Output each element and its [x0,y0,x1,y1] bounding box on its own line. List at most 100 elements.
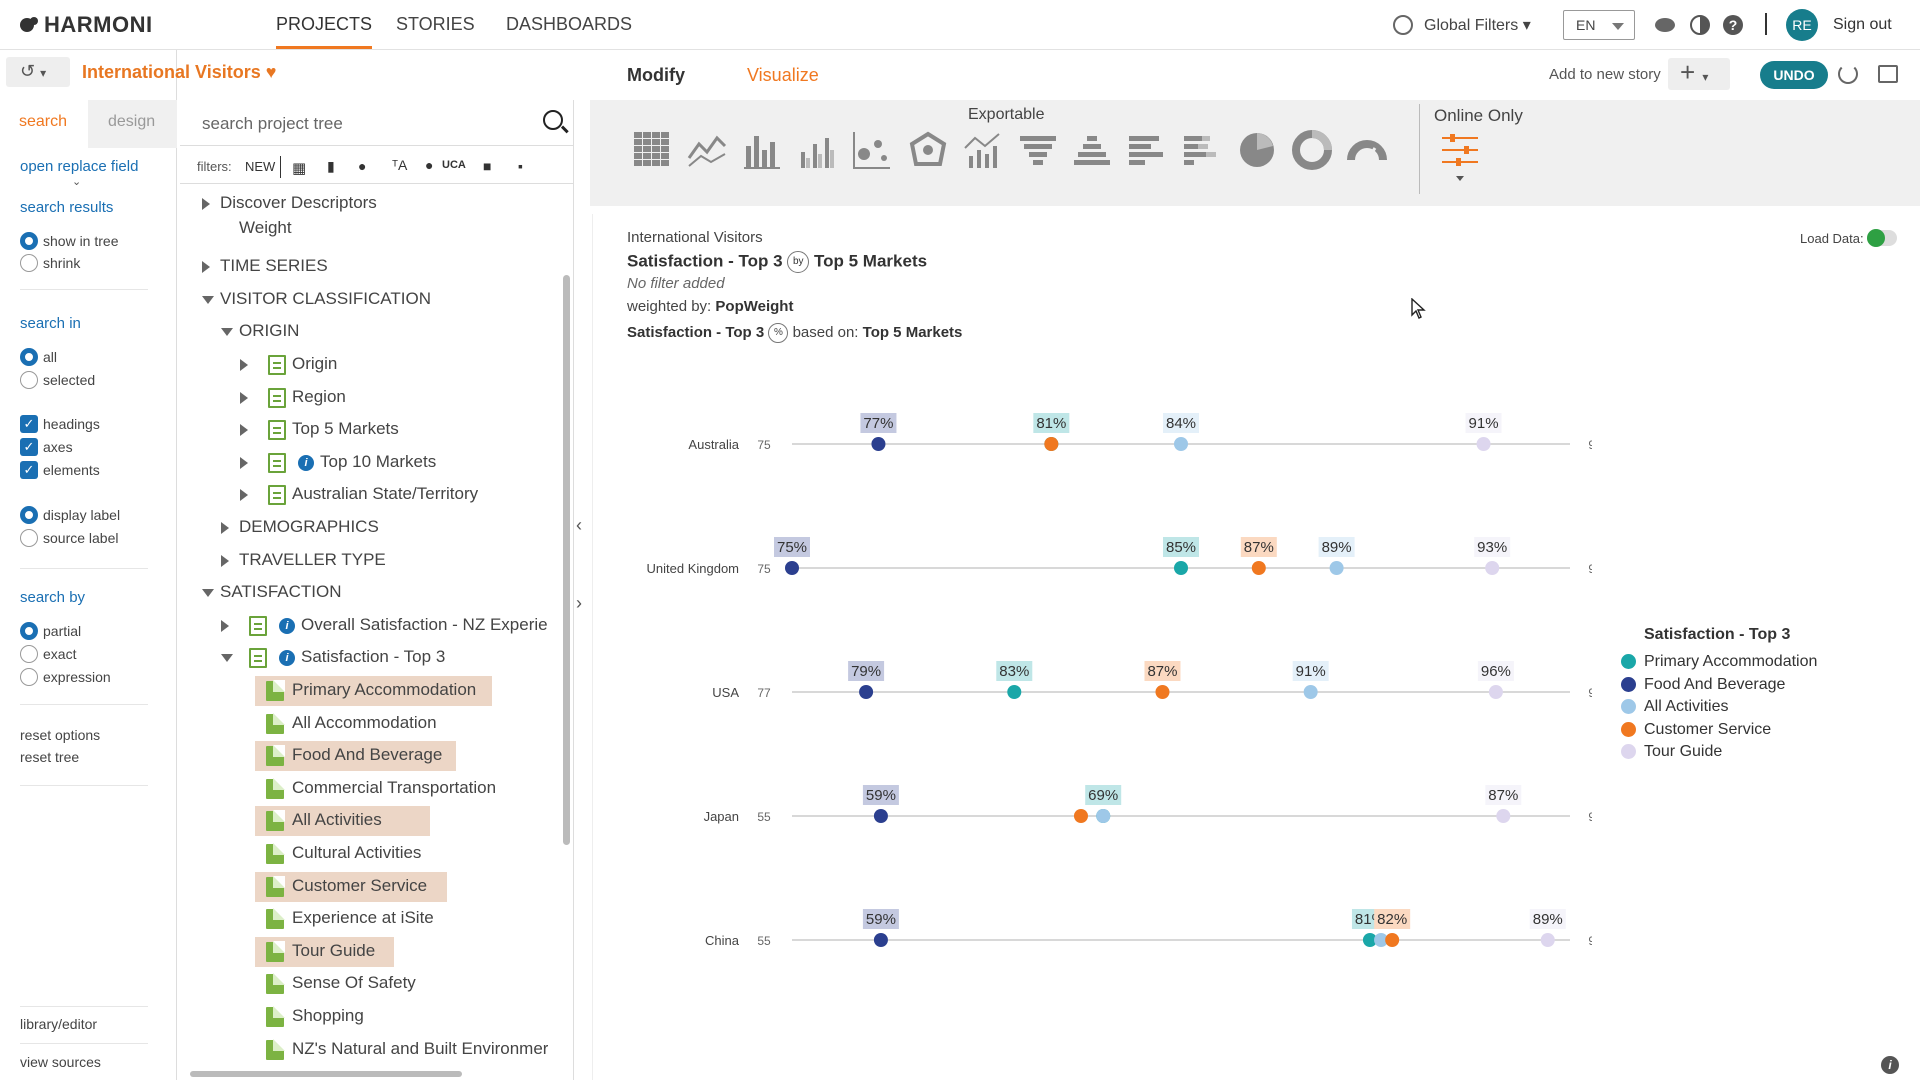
user-filter-icon[interactable]: ● [425,157,433,173]
reset-options-link[interactable]: reset options [20,727,100,743]
radio-expression[interactable] [20,668,38,686]
info-icon[interactable]: i [1881,1056,1899,1074]
tree-item[interactable]: Discover Descriptors [220,193,377,213]
expand-icon[interactable] [202,261,210,273]
tree-item[interactable]: Sense Of Safety [292,973,416,993]
radio-partial[interactable] [20,622,38,640]
expand-icon[interactable] [221,555,229,567]
location-filter-icon[interactable]: ● [358,158,366,174]
checkbox-axes[interactable]: ✓ [20,438,38,456]
expand-icon[interactable] [202,198,210,210]
text-filter-icon[interactable]: ᵀA [392,157,407,173]
help-icon[interactable]: ? [1723,15,1743,35]
add-story-button[interactable]: + ▾ [1668,58,1730,90]
tree-item[interactable]: Top 5 Markets [292,419,399,439]
legend-item[interactable]: Customer Service [1644,721,1771,739]
tree-item[interactable]: Weight [239,218,292,238]
collapse-icon[interactable] [221,654,233,662]
tree-item[interactable]: NZ's Natural and Built Environmer [292,1039,548,1059]
legend-item[interactable]: All Activities [1644,698,1728,716]
radio-exact[interactable] [20,645,38,663]
load-data-toggle[interactable] [1867,229,1897,247]
avatar[interactable]: RE [1786,9,1818,41]
expand-icon[interactable] [240,457,248,469]
tab-modify[interactable]: Modify [627,65,685,86]
globe-icon[interactable] [1393,15,1413,35]
expand-icon[interactable] [240,489,248,501]
search-icon[interactable] [543,110,563,130]
popout-icon[interactable] [1878,65,1898,83]
refresh-icon[interactable] [1838,64,1858,84]
tree-item[interactable]: Experience at iSite [292,908,434,928]
tab-search[interactable]: search [0,100,88,148]
filter-new[interactable]: NEW [245,159,275,174]
tree-item[interactable]: Region [292,387,346,407]
tree-item[interactable]: Cultural Activities [292,843,421,863]
tree-item[interactable]: SATISFACTION [220,582,342,602]
radio-show-in-tree[interactable] [20,232,38,250]
expand-icon[interactable] [221,620,229,632]
filter-uca[interactable]: UCA [442,159,466,171]
tree-scrollbar[interactable] [563,275,570,845]
expand-icon[interactable] [240,424,248,436]
harmoni-logo[interactable]: HARMONI [18,12,153,38]
radio-all[interactable] [20,348,38,366]
radio-source-label[interactable] [20,529,38,547]
checkbox-headings[interactable]: ✓ [20,415,38,433]
tree-item[interactable]: DEMOGRAPHICS [239,517,379,537]
library-editor-link[interactable]: library/editor [20,1016,97,1032]
tree-item[interactable]: Overall Satisfaction - NZ Experie [301,615,548,635]
tree-item[interactable]: VISITOR CLASSIFICATION [220,289,431,309]
info-icon[interactable]: i [298,455,314,471]
tree-item[interactable]: Top 10 Markets [320,452,436,472]
info-icon[interactable]: i [279,618,295,634]
tree-item[interactable]: All Accommodation [292,713,437,733]
tree-item[interactable]: Tour Guide [292,941,375,961]
info-icon[interactable]: i [279,650,295,666]
collapse-icon[interactable] [202,296,214,304]
tree-item[interactable]: All Activities [292,810,382,830]
contrast-icon[interactable] [1690,15,1710,35]
legend-item[interactable]: Tour Guide [1644,743,1722,761]
search-project-tree-input[interactable]: search project tree [180,100,573,146]
collapse-icon[interactable] [202,589,214,597]
tree-item[interactable]: TRAVELLER TYPE [239,550,386,570]
chevron-right-icon[interactable]: › [576,593,582,614]
nav-stories[interactable]: STORIES [396,14,475,35]
tree-item[interactable]: Food And Beverage [292,745,442,765]
project-name[interactable]: International Visitors ♥ [82,62,276,83]
radio-display-label[interactable] [20,506,38,524]
grid-filter-icon[interactable]: ▪ [518,158,523,174]
folder-filter-icon[interactable]: ■ [483,158,491,174]
tree-item[interactable]: Primary Accommodation [292,680,476,700]
tree-item[interactable]: Australian State/Territory [292,484,478,504]
tree-item[interactable]: Commercial Transportation [292,778,496,798]
undo-button[interactable]: UNDO [1760,61,1828,89]
language-select[interactable]: EN [1563,10,1635,40]
tree-item[interactable]: TIME SERIES [220,256,328,276]
tree-horizontal-scrollbar[interactable] [190,1071,462,1077]
chevron-down-icon[interactable]: ⌄ [72,175,81,188]
tab-visualize[interactable]: Visualize [747,65,819,86]
expand-icon[interactable] [240,359,248,371]
open-replace-field-link[interactable]: open replace field [20,158,138,175]
table-filter-icon[interactable]: ▦ [292,159,306,177]
radio-shrink[interactable] [20,254,38,272]
radio-selected[interactable] [20,371,38,389]
tree-item[interactable]: Shopping [292,1006,364,1026]
nav-dashboards[interactable]: DASHBOARDS [506,14,632,35]
reset-tree-link[interactable]: reset tree [20,749,79,765]
collapse-icon[interactable] [221,328,233,336]
tree-item[interactable]: Customer Service [292,876,427,896]
tree-item[interactable]: Satisfaction - Top 3 [301,647,445,667]
tab-design[interactable]: design [88,100,177,148]
tree-item[interactable]: ORIGIN [239,321,299,341]
history-button[interactable]: ↺ ▾ [6,57,70,87]
chevron-left-icon[interactable]: ‹ [576,515,582,536]
expand-icon[interactable] [221,522,229,534]
checkbox-elements[interactable]: ✓ [20,461,38,479]
sign-out-link[interactable]: Sign out [1833,16,1892,34]
legend-item[interactable]: Primary Accommodation [1644,653,1817,671]
global-filters-button[interactable]: Global Filters ▾ [1424,15,1531,35]
column-filter-icon[interactable]: ▮ [327,158,335,175]
